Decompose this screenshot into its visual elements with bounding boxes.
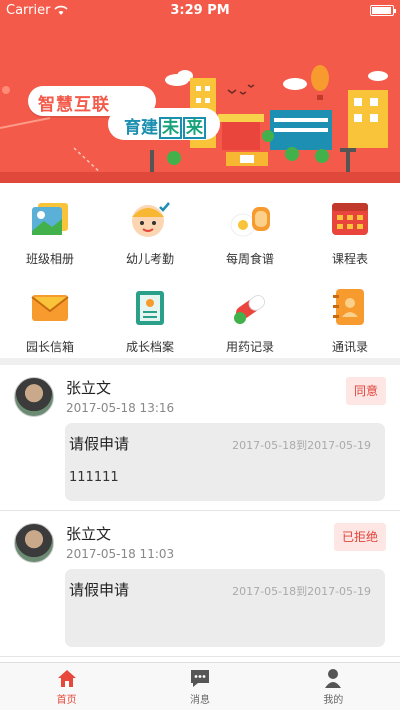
request-content: 111111 xyxy=(69,470,119,485)
banner-slogan-line2: 育建未来 xyxy=(124,113,206,139)
tab-label: 我的 xyxy=(323,695,344,706)
grid-label: 园长信箱 xyxy=(25,340,74,354)
grid-label: 班级相册 xyxy=(25,252,74,266)
grid-label: 每周食谱 xyxy=(225,252,274,266)
grid-label: 幼儿考勤 xyxy=(125,252,174,266)
tab-label: 首页 xyxy=(56,695,77,706)
status-bar: Carrier 3:29 PM xyxy=(0,0,400,20)
photo-album-icon xyxy=(32,203,68,235)
avatar[interactable] xyxy=(14,377,54,417)
section-divider xyxy=(0,358,400,365)
grid-label: 通讯录 xyxy=(331,340,368,354)
grid-label: 用药记录 xyxy=(225,340,274,354)
carrier-label: Carrier xyxy=(6,2,51,18)
grid-item-contacts[interactable]: 通讯录 xyxy=(300,271,400,359)
request-detail-box[interactable]: 请假申请 2017-05-18到2017-05-19 111111 xyxy=(65,423,385,501)
status-left: Carrier xyxy=(6,2,69,18)
profile-icon xyxy=(325,669,342,688)
request-detail-box[interactable]: 请假申请 2017-05-18到2017-05-19 xyxy=(65,569,385,647)
tab-home[interactable]: 首页 xyxy=(0,663,133,710)
request-date-range: 2017-05-18到2017-05-19 xyxy=(232,439,371,452)
tab-messages[interactable]: 消息 xyxy=(133,663,266,710)
avatar[interactable] xyxy=(14,523,54,563)
tab-label: 消息 xyxy=(189,695,210,706)
banner-line2-prefix: 育建 xyxy=(124,118,158,138)
attendance-icon xyxy=(132,202,170,237)
leave-request-card[interactable]: 张立文 2017-05-18 13:16 同意 请假申请 2017-05-18到… xyxy=(0,365,400,511)
mailbox-icon xyxy=(31,295,69,321)
status-badge[interactable]: 同意 xyxy=(345,377,386,405)
recipe-icon xyxy=(230,207,270,237)
medicine-icon xyxy=(234,294,266,324)
requester-name: 张立文 xyxy=(66,525,112,543)
request-title: 请假申请 xyxy=(69,581,130,599)
tab-profile[interactable]: 我的 xyxy=(267,663,400,710)
grid-item-growth-file[interactable]: 成长档案 xyxy=(100,271,200,359)
battery-fill xyxy=(372,6,391,14)
tab-bar: 首页 消息 我的 xyxy=(0,662,400,710)
wifi-icon xyxy=(54,5,69,15)
feature-grid: 班级相册 幼儿考勤 每周食谱 课程表 园长信箱 成长档案 用药记录 通讯录 xyxy=(0,183,400,358)
banner-box-1: 未 xyxy=(159,117,182,139)
growth-file-icon xyxy=(136,291,164,325)
grid-item-attendance[interactable]: 幼儿考勤 xyxy=(100,183,200,271)
grid-item-weekly-recipe[interactable]: 每周食谱 xyxy=(200,183,300,271)
request-title: 请假申请 xyxy=(69,435,130,453)
status-badge[interactable]: 已拒绝 xyxy=(333,523,386,551)
battery-icon xyxy=(370,4,396,16)
grid-item-principal-mailbox[interactable]: 园长信箱 xyxy=(0,271,100,359)
requester-name: 张立文 xyxy=(66,379,112,397)
grid-label: 课程表 xyxy=(331,252,368,266)
banner-box-2: 来 xyxy=(183,117,206,139)
leave-request-card[interactable]: 张立文 2017-05-18 11:03 已拒绝 请假申请 2017-05-18… xyxy=(0,511,400,657)
contacts-icon xyxy=(333,289,364,325)
banner-slogan-line1: 智慧互联 xyxy=(38,95,110,115)
grid-item-medicine-record[interactable]: 用药记录 xyxy=(200,271,300,359)
message-icon xyxy=(190,670,209,687)
grid-label: 成长档案 xyxy=(125,340,174,354)
leave-request-list: 张立文 2017-05-18 13:16 同意 请假申请 2017-05-18到… xyxy=(0,365,400,657)
status-time: 3:29 PM xyxy=(170,2,230,18)
home-icon xyxy=(57,670,76,687)
request-date-range: 2017-05-18到2017-05-19 xyxy=(232,585,371,598)
banner[interactable]: 智慧互联 育建未来 xyxy=(0,0,400,183)
request-time: 2017-05-18 13:16 xyxy=(66,401,175,415)
grid-item-class-album[interactable]: 班级相册 xyxy=(0,183,100,271)
request-time: 2017-05-18 11:03 xyxy=(66,547,175,561)
grid-item-timetable[interactable]: 课程表 xyxy=(300,183,400,271)
timetable-icon xyxy=(332,203,368,235)
